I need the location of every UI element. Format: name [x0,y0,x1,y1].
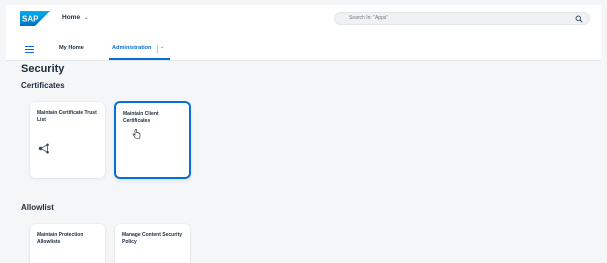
search-field[interactable]: Search In: "Apps" [334,12,590,25]
tile-title: Maintain Certificate Trust List [37,110,97,123]
tile-title: Maintain Client Certificates [123,111,159,124]
sap-logo[interactable]: SAP [20,11,50,26]
search-icon[interactable] [575,15,583,23]
home-menu[interactable]: Home ⌄ [62,14,88,21]
tab-administration[interactable]: Administration [112,45,151,51]
menu-icon[interactable] [25,46,34,54]
tile-title: Maintain Protection Allowlists [37,232,84,245]
tile-manage-content-security-policy[interactable]: Manage Content Security Policy [115,224,190,263]
chevron-down-icon[interactable]: ⌄ [160,44,164,50]
tile-maintain-certificate-trust-list[interactable]: Maintain Certificate Trust List [30,102,105,178]
active-tab-indicator [109,58,170,60]
section-heading-certificates: Certificates [21,81,65,90]
home-menu-label: Home [62,14,81,21]
shell-bar: SAP Home ⌄ Search In: "Apps" [6,5,601,39]
search-placeholder: Search In: "Apps" [349,15,389,21]
svg-text:SAP: SAP [22,15,39,24]
tile-maintain-client-certificates[interactable]: Maintain Client Certificates [115,102,190,178]
page-title: Security [21,63,65,75]
tab-divider [157,45,158,53]
share-icon [38,143,49,154]
section-heading-allowlist: Allowlist [21,203,54,212]
chevron-down-icon: ⌄ [84,14,89,21]
tile-maintain-protection-allowlists[interactable]: Maintain Protection Allowlists [30,224,105,263]
tab-my-home[interactable]: My Home [59,45,84,51]
tile-title: Manage Content Security Policy [122,232,183,245]
app-window: SAP Home ⌄ Search In: "Apps" My Home Adm… [6,5,601,263]
hand-cursor-icon [132,129,141,139]
space-navigation-bar: My Home Administration ⌄ [6,39,601,61]
